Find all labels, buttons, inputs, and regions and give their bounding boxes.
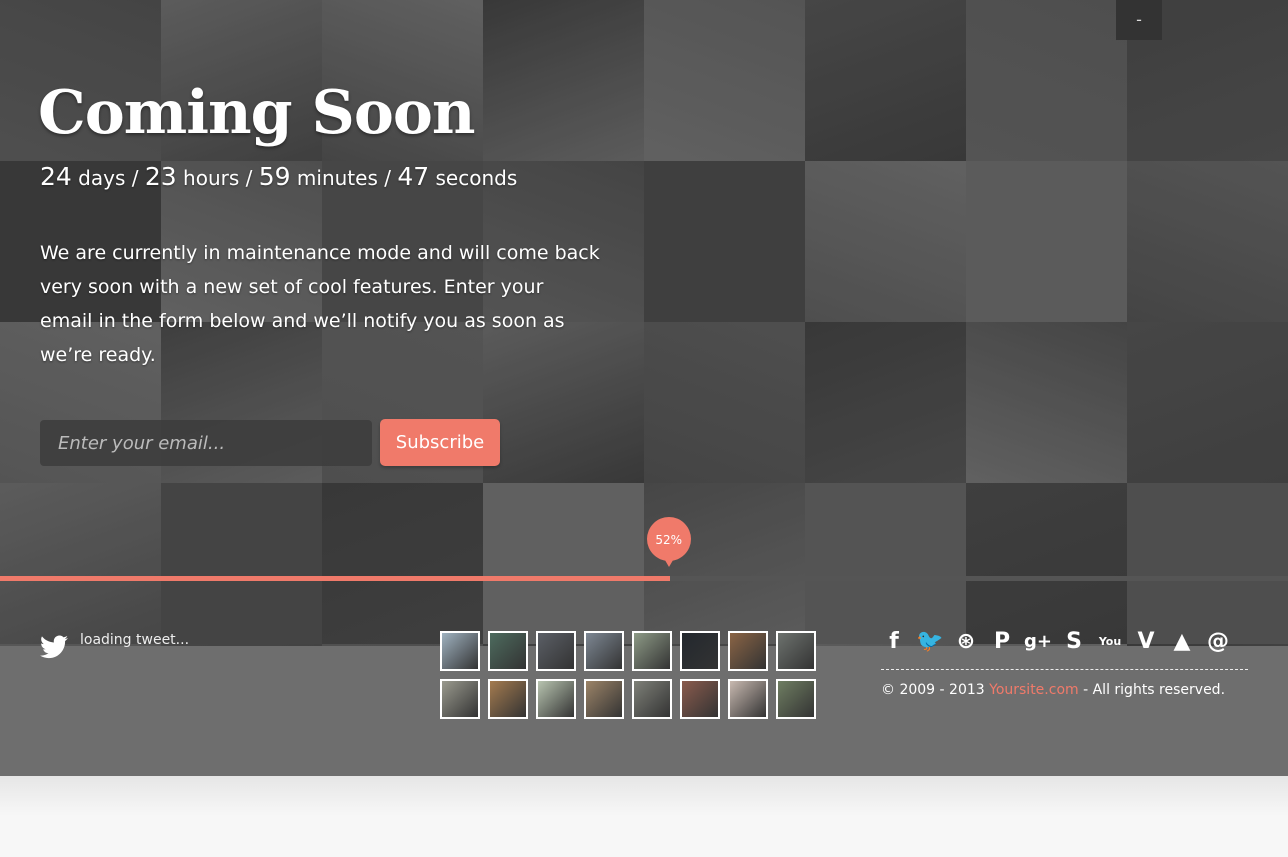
flickr-thumbnail[interactable] — [680, 631, 720, 671]
forrst-icon[interactable]: ▲ — [1168, 628, 1196, 656]
youtube-icon[interactable]: You — [1096, 628, 1124, 656]
site-link[interactable]: Yoursite.com — [989, 682, 1079, 698]
flickr-thumbnail[interactable] — [776, 679, 816, 719]
twitter-bird-icon — [40, 635, 68, 659]
flickr-thumbnail[interactable] — [680, 679, 720, 719]
countdown-days: 24 — [40, 162, 72, 191]
skype-icon[interactable]: S — [1060, 628, 1088, 656]
flickr-thumbnail[interactable] — [488, 631, 528, 671]
social-links: f 🐦 ⊛ Pg+ S You V ▲ @ — [880, 628, 1250, 658]
flickr-thumbnail[interactable] — [440, 679, 480, 719]
footer-shadow — [0, 776, 1288, 816]
countdown-minutes: 59 — [258, 162, 291, 191]
panel-toggle-button[interactable]: - — [1116, 0, 1162, 40]
flickr-thumbnail[interactable] — [776, 631, 816, 671]
copyright: © 2009 - 2013 Yoursite.com - All rights … — [881, 682, 1225, 698]
flickr-thumbnail[interactable] — [728, 679, 768, 719]
progress-percent-badge: 52% — [646, 517, 691, 567]
flickr-thumbnail[interactable] — [632, 631, 672, 671]
page-title: Coming Soon — [38, 78, 476, 148]
countdown-seconds-label: seconds — [435, 166, 518, 190]
maintenance-message: We are currently in maintenance mode and… — [40, 242, 600, 366]
countdown-timer: 24 days / 23 hours / 59 minutes / 47 sec… — [40, 162, 517, 191]
vimeo-icon[interactable]: V — [1132, 628, 1160, 656]
twitter-icon[interactable]: 🐦 — [916, 628, 944, 656]
progress-bar — [0, 576, 1288, 581]
facebook-icon[interactable]: f — [880, 628, 908, 656]
countdown-days-label: days — [78, 166, 126, 190]
progress-bar-fill — [0, 576, 670, 581]
countdown-hours: 23 — [144, 162, 177, 191]
email-icon[interactable]: @ — [1204, 628, 1232, 656]
tweet-status: loading tweet... — [80, 632, 190, 648]
flickr-thumbnail[interactable] — [536, 679, 576, 719]
copyright-suffix: - All rights reserved. — [1078, 682, 1226, 698]
dribbble-icon[interactable]: ⊛ — [952, 628, 980, 656]
flickr-thumbnail[interactable] — [584, 679, 624, 719]
flickr-thumbnail[interactable] — [728, 631, 768, 671]
flickr-thumbnail[interactable] — [632, 679, 672, 719]
subscribe-button[interactable]: Subscribe — [380, 419, 500, 466]
email-field[interactable] — [40, 420, 372, 466]
footer-divider — [881, 669, 1248, 670]
flickr-thumbnail[interactable] — [536, 631, 576, 671]
flickr-thumbnail[interactable] — [440, 631, 480, 671]
copyright-prefix: © 2009 - 2013 — [881, 682, 990, 698]
countdown-separator: / — [384, 166, 391, 190]
google-plus-icon[interactable]: g+ — [1024, 628, 1052, 656]
flickr-thumbnail[interactable] — [488, 679, 528, 719]
flickr-thumbnail[interactable] — [584, 631, 624, 671]
countdown-seconds: 47 — [397, 162, 430, 191]
pinterest-icon[interactable]: P — [988, 628, 1016, 656]
countdown-separator: / — [245, 166, 253, 190]
countdown-separator: / — [131, 166, 139, 190]
countdown-hours-label: hours — [183, 166, 240, 190]
countdown-minutes-label: minutes — [296, 166, 378, 190]
